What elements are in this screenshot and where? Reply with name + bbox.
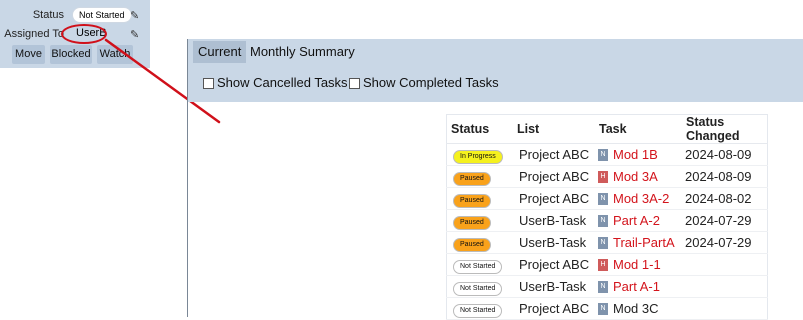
status-cell: In Progress [446, 143, 513, 166]
annotation-circle [61, 24, 107, 44]
status-cell: Paused [446, 231, 513, 254]
edit-status-pencil-icon[interactable]: ✎ [130, 9, 139, 22]
status-changed-cell [682, 275, 768, 298]
table-header-row: Status List Task Status Changed [446, 114, 768, 144]
list-cell: Project ABC [513, 165, 595, 188]
task-cell: N Mod 1B [595, 143, 682, 166]
status-changed-cell: 2024-07-29 [682, 231, 768, 254]
task-link[interactable]: Mod 3A-2 [613, 192, 669, 207]
show-completed-checkbox[interactable] [349, 77, 360, 89]
move-button[interactable]: Move [12, 45, 45, 64]
task-cell: N Mod 3C [595, 297, 682, 320]
column-header-status[interactable]: Status [446, 114, 513, 144]
status-badge[interactable]: Paused [453, 215, 491, 230]
table-row[interactable]: Paused Project ABC H Mod 3A 2024-08-09 [446, 165, 768, 188]
tab-monthly-summary[interactable]: Monthly Summary [245, 41, 360, 63]
show-completed-filter[interactable]: Show Completed Tasks [349, 75, 499, 91]
table-row[interactable]: Not Started UserB-Task N Part A-1 [446, 275, 768, 298]
priority-badge: H [598, 259, 608, 272]
status-badge[interactable]: Not Started [453, 281, 503, 296]
priority-badge: N [598, 237, 608, 250]
status-badge[interactable]: Paused [453, 193, 491, 208]
table-row[interactable]: Not Started Project ABC N Mod 3C [446, 297, 768, 320]
status-row: Status Not Started ✎ [0, 6, 150, 26]
priority-badge: N [598, 303, 608, 316]
status-changed-cell [682, 297, 768, 320]
edit-assignee-pencil-icon[interactable]: ✎ [130, 28, 139, 41]
status-cell: Paused [446, 187, 513, 210]
priority-badge: N [598, 215, 608, 228]
task-link[interactable]: Mod 1B [613, 148, 658, 163]
task-cell: N Mod 3A-2 [595, 187, 682, 210]
list-cell: Project ABC [513, 187, 595, 210]
status-cell: Paused [446, 209, 513, 232]
task-link[interactable]: Mod 3A [613, 170, 658, 185]
status-cell: Paused [446, 165, 513, 188]
status-changed-cell: 2024-08-02 [682, 187, 768, 210]
table-row[interactable]: Paused UserB-Task N Trail-PartA 2024-07-29 [446, 231, 768, 254]
table-row[interactable]: Paused Project ABC N Mod 3A-2 2024-08-02 [446, 187, 768, 210]
task-cell: N Trail-PartA [595, 231, 682, 254]
status-cell: Not Started [446, 297, 513, 320]
task-link[interactable]: Mod 3C [613, 302, 659, 317]
priority-badge: N [598, 193, 608, 206]
blocked-button[interactable]: Blocked [50, 45, 92, 64]
status-badge[interactable]: In Progress [453, 149, 503, 164]
task-link[interactable]: Part A-1 [613, 280, 660, 295]
task-cell: N Part A-1 [595, 275, 682, 298]
table-row[interactable]: In Progress Project ABC N Mod 1B 2024-08-09 [446, 143, 768, 166]
show-completed-label: Show Completed Tasks [363, 75, 499, 90]
task-cell: H Mod 1-1 [595, 253, 682, 276]
task-table-body: In Progress Project ABC N Mod 1B 2024-08-09 P… [446, 143, 768, 320]
status-badge: Not Started [72, 7, 132, 23]
status-badge[interactable]: Not Started [453, 303, 503, 318]
status-changed-cell: 2024-08-09 [682, 165, 768, 188]
list-cell: UserB-Task [513, 209, 595, 232]
priority-badge: N [598, 149, 608, 162]
table-row[interactable]: Not Started Project ABC H Mod 1-1 [446, 253, 768, 276]
list-cell: Project ABC [513, 143, 595, 166]
status-changed-cell: 2024-08-09 [682, 143, 768, 166]
task-cell: N Part A-2 [595, 209, 682, 232]
status-badge[interactable]: Not Started [453, 259, 503, 274]
status-cell: Not Started [446, 275, 513, 298]
task-link[interactable]: Trail-PartA [613, 236, 675, 251]
task-cell: H Mod 3A [595, 165, 682, 188]
task-table: Status List Task Status Changed In Progr… [446, 114, 768, 320]
status-badge[interactable]: Paused [453, 171, 491, 186]
list-cell: UserB-Task [513, 275, 595, 298]
status-badge[interactable]: Paused [453, 237, 491, 252]
column-header-status-changed[interactable]: Status Changed [682, 114, 768, 144]
column-header-task[interactable]: Task [595, 114, 682, 144]
assigned-to-label: Assigned To [4, 28, 64, 40]
show-cancelled-filter[interactable]: Show Cancelled Tasks [203, 75, 348, 91]
report-tabbar: Current Monthly Summary Show Cancelled T… [188, 39, 803, 102]
show-cancelled-label: Show Cancelled Tasks [217, 75, 348, 90]
status-changed-cell [682, 253, 768, 276]
status-changed-cell: 2024-07-29 [682, 209, 768, 232]
list-cell: Project ABC [513, 297, 595, 320]
list-cell: Project ABC [513, 253, 595, 276]
status-label: Status [32, 9, 64, 21]
task-link[interactable]: Part A-2 [613, 214, 660, 229]
column-header-list[interactable]: List [513, 114, 595, 144]
priority-badge: H [598, 171, 608, 184]
watch-button[interactable]: Watch [97, 45, 133, 64]
table-row[interactable]: Paused UserB-Task N Part A-2 2024-07-29 [446, 209, 768, 232]
tab-current[interactable]: Current [193, 41, 247, 63]
show-cancelled-checkbox[interactable] [203, 77, 214, 89]
status-cell: Not Started [446, 253, 513, 276]
list-cell: UserB-Task [513, 231, 595, 254]
priority-badge: N [598, 281, 608, 294]
task-link[interactable]: Mod 1-1 [613, 258, 661, 273]
